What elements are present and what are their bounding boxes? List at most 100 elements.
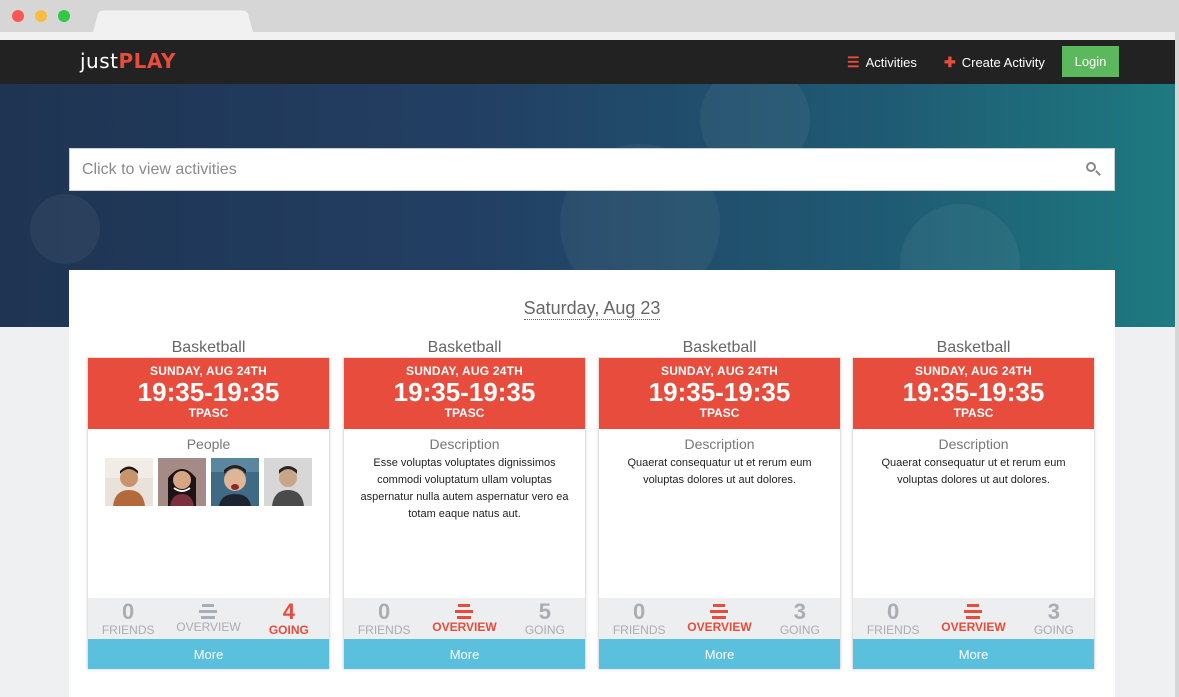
friends-count: 0 xyxy=(887,599,900,624)
logo-text-just: just xyxy=(80,49,119,73)
window-frame xyxy=(1175,0,1179,697)
activity-day: SUNDAY, AUG 24TH xyxy=(914,364,1032,378)
more-button[interactable]: More xyxy=(344,639,585,669)
going-label: GOING xyxy=(1033,623,1074,637)
friends-stat[interactable]: 0 FRIENDS xyxy=(853,598,933,639)
list-icon: ☰ xyxy=(847,54,860,70)
overview-label: OVERVIEW xyxy=(941,620,1006,634)
activity-header: SUNDAY, AUG 24TH 19:35-19:35 TPASC xyxy=(88,358,329,429)
search-icon[interactable] xyxy=(1080,156,1108,184)
activity-description: Quaerat consequatur ut et rerum eum volu… xyxy=(881,457,1066,486)
activity-venue: TPASC xyxy=(953,406,994,420)
activity-time: 19:35-19:35 xyxy=(137,377,280,407)
hero-decoration xyxy=(30,194,100,264)
more-button[interactable]: More xyxy=(88,639,329,669)
friends-label: FRIENDS xyxy=(866,623,920,637)
close-window-icon[interactable] xyxy=(12,10,24,22)
activity-stats: 0 FRIENDS OVERVIEW 3 GOING xyxy=(599,598,840,639)
avatar[interactable] xyxy=(211,458,259,506)
avatar[interactable] xyxy=(158,458,206,506)
browser-tab[interactable] xyxy=(92,10,254,33)
overview-label: OVERVIEW xyxy=(176,620,241,634)
friends-stat[interactable]: 0 FRIENDS xyxy=(88,598,168,639)
activity-content: Description Esse voluptas voluptates dig… xyxy=(344,429,585,598)
friends-stat[interactable]: 0 FRIENDS xyxy=(344,598,424,639)
activity-time: 19:35-19:35 xyxy=(902,377,1045,407)
maximize-window-icon[interactable] xyxy=(58,10,70,22)
overview-stat[interactable]: OVERVIEW xyxy=(168,598,248,639)
activity-venue: TPASC xyxy=(444,406,485,420)
activity-content: Description Quaerat consequatur ut et re… xyxy=(599,429,840,598)
activity-card-body: SUNDAY, AUG 24TH 19:35-19:35 TPASC Descr… xyxy=(598,357,841,669)
activity-header: SUNDAY, AUG 24TH 19:35-19:35 TPASC xyxy=(599,358,840,429)
activity-card-body: SUNDAY, AUG 24TH 19:35-19:35 TPASC Descr… xyxy=(852,357,1095,669)
friends-count: 0 xyxy=(122,599,135,624)
going-stat[interactable]: 4 GOING xyxy=(249,598,329,639)
date-heading-text[interactable]: Saturday, Aug 23 xyxy=(523,298,661,320)
activity-stats: 0 FRIENDS OVERVIEW 3 GOING xyxy=(853,598,1094,639)
search-bar xyxy=(69,148,1115,191)
overview-icon xyxy=(455,604,474,619)
activity-card: Basketball SUNDAY, AUG 24TH 19:35-19:35 … xyxy=(598,338,841,669)
friends-count: 0 xyxy=(378,599,391,624)
activity-time: 19:35-19:35 xyxy=(393,377,536,407)
overview-stat[interactable]: OVERVIEW xyxy=(679,598,759,639)
login-button[interactable]: Login xyxy=(1062,46,1119,77)
activities-panel: Saturday, Aug 23 Basketball SUNDAY, AUG … xyxy=(69,270,1115,697)
friends-stat[interactable]: 0 FRIENDS xyxy=(599,598,679,639)
going-stat[interactable]: 5 GOING xyxy=(505,598,585,639)
nav-create-label: Create Activity xyxy=(961,55,1045,70)
activity-stats: 0 FRIENDS OVERVIEW 5 GOING xyxy=(344,598,585,639)
going-label: GOING xyxy=(779,623,820,637)
activity-description: Quaerat consequatur ut et rerum eum volu… xyxy=(627,457,812,486)
nav-create-activity-link[interactable]: ✚ Create Activity xyxy=(944,54,1045,71)
people-list xyxy=(88,458,329,506)
activity-day: SUNDAY, AUG 24TH xyxy=(149,364,267,378)
going-count: 5 xyxy=(538,599,551,624)
section-title: People xyxy=(186,436,231,452)
activity-description: Esse voluptas voluptates dignissimos com… xyxy=(360,457,569,520)
overview-icon xyxy=(964,604,983,619)
activity-header: SUNDAY, AUG 24TH 19:35-19:35 TPASC xyxy=(853,358,1094,429)
logo[interactable]: justPLAY xyxy=(80,49,176,73)
going-stat[interactable]: 3 GOING xyxy=(1014,598,1094,639)
nav-activities-link[interactable]: ☰ Activities xyxy=(847,54,917,71)
activity-day: SUNDAY, AUG 24TH xyxy=(660,364,778,378)
nav-activities-label: Activities xyxy=(865,55,917,70)
avatar[interactable] xyxy=(264,458,312,506)
overview-icon xyxy=(199,604,218,619)
activity-card-body: SUNDAY, AUG 24TH 19:35-19:35 TPASC Peopl… xyxy=(87,357,330,669)
going-label: GOING xyxy=(524,623,565,637)
activity-title: Basketball xyxy=(936,339,1011,356)
avatar[interactable] xyxy=(105,458,153,506)
search-input[interactable] xyxy=(70,149,1080,190)
activity-title: Basketball xyxy=(171,339,246,356)
activity-card: Basketball SUNDAY, AUG 24TH 19:35-19:35 … xyxy=(343,338,586,669)
minimize-window-icon[interactable] xyxy=(35,10,47,22)
tab-strip xyxy=(0,32,1179,40)
more-button[interactable]: More xyxy=(599,639,840,669)
overview-stat[interactable]: OVERVIEW xyxy=(424,598,504,639)
friends-count: 0 xyxy=(633,599,646,624)
friends-label: FRIENDS xyxy=(612,623,666,637)
more-button[interactable]: More xyxy=(853,639,1094,669)
activity-content: Description Quaerat consequatur ut et re… xyxy=(853,429,1094,598)
browser-chrome xyxy=(0,0,1179,40)
activity-venue: TPASC xyxy=(188,406,229,420)
date-heading: Saturday, Aug 23 xyxy=(69,298,1115,320)
overview-stat[interactable]: OVERVIEW xyxy=(933,598,1013,639)
going-count: 3 xyxy=(1047,599,1060,624)
friends-label: FRIENDS xyxy=(357,623,411,637)
section-title: Description xyxy=(938,436,1009,452)
going-stat[interactable]: 3 GOING xyxy=(760,598,840,639)
navbar: justPLAY ☰ Activities ✚ Create Activity … xyxy=(0,40,1175,84)
activity-card: Basketball SUNDAY, AUG 24TH 19:35-19:35 … xyxy=(87,338,330,669)
section-title: Description xyxy=(684,436,755,452)
section-title: Description xyxy=(429,436,500,452)
activity-venue: TPASC xyxy=(699,406,740,420)
activity-header: SUNDAY, AUG 24TH 19:35-19:35 TPASC xyxy=(344,358,585,429)
activity-title: Basketball xyxy=(427,339,502,356)
activity-card-body: SUNDAY, AUG 24TH 19:35-19:35 TPASC Descr… xyxy=(343,357,586,669)
logo-text-play: PLAY xyxy=(118,49,176,73)
overview-icon xyxy=(710,604,729,619)
